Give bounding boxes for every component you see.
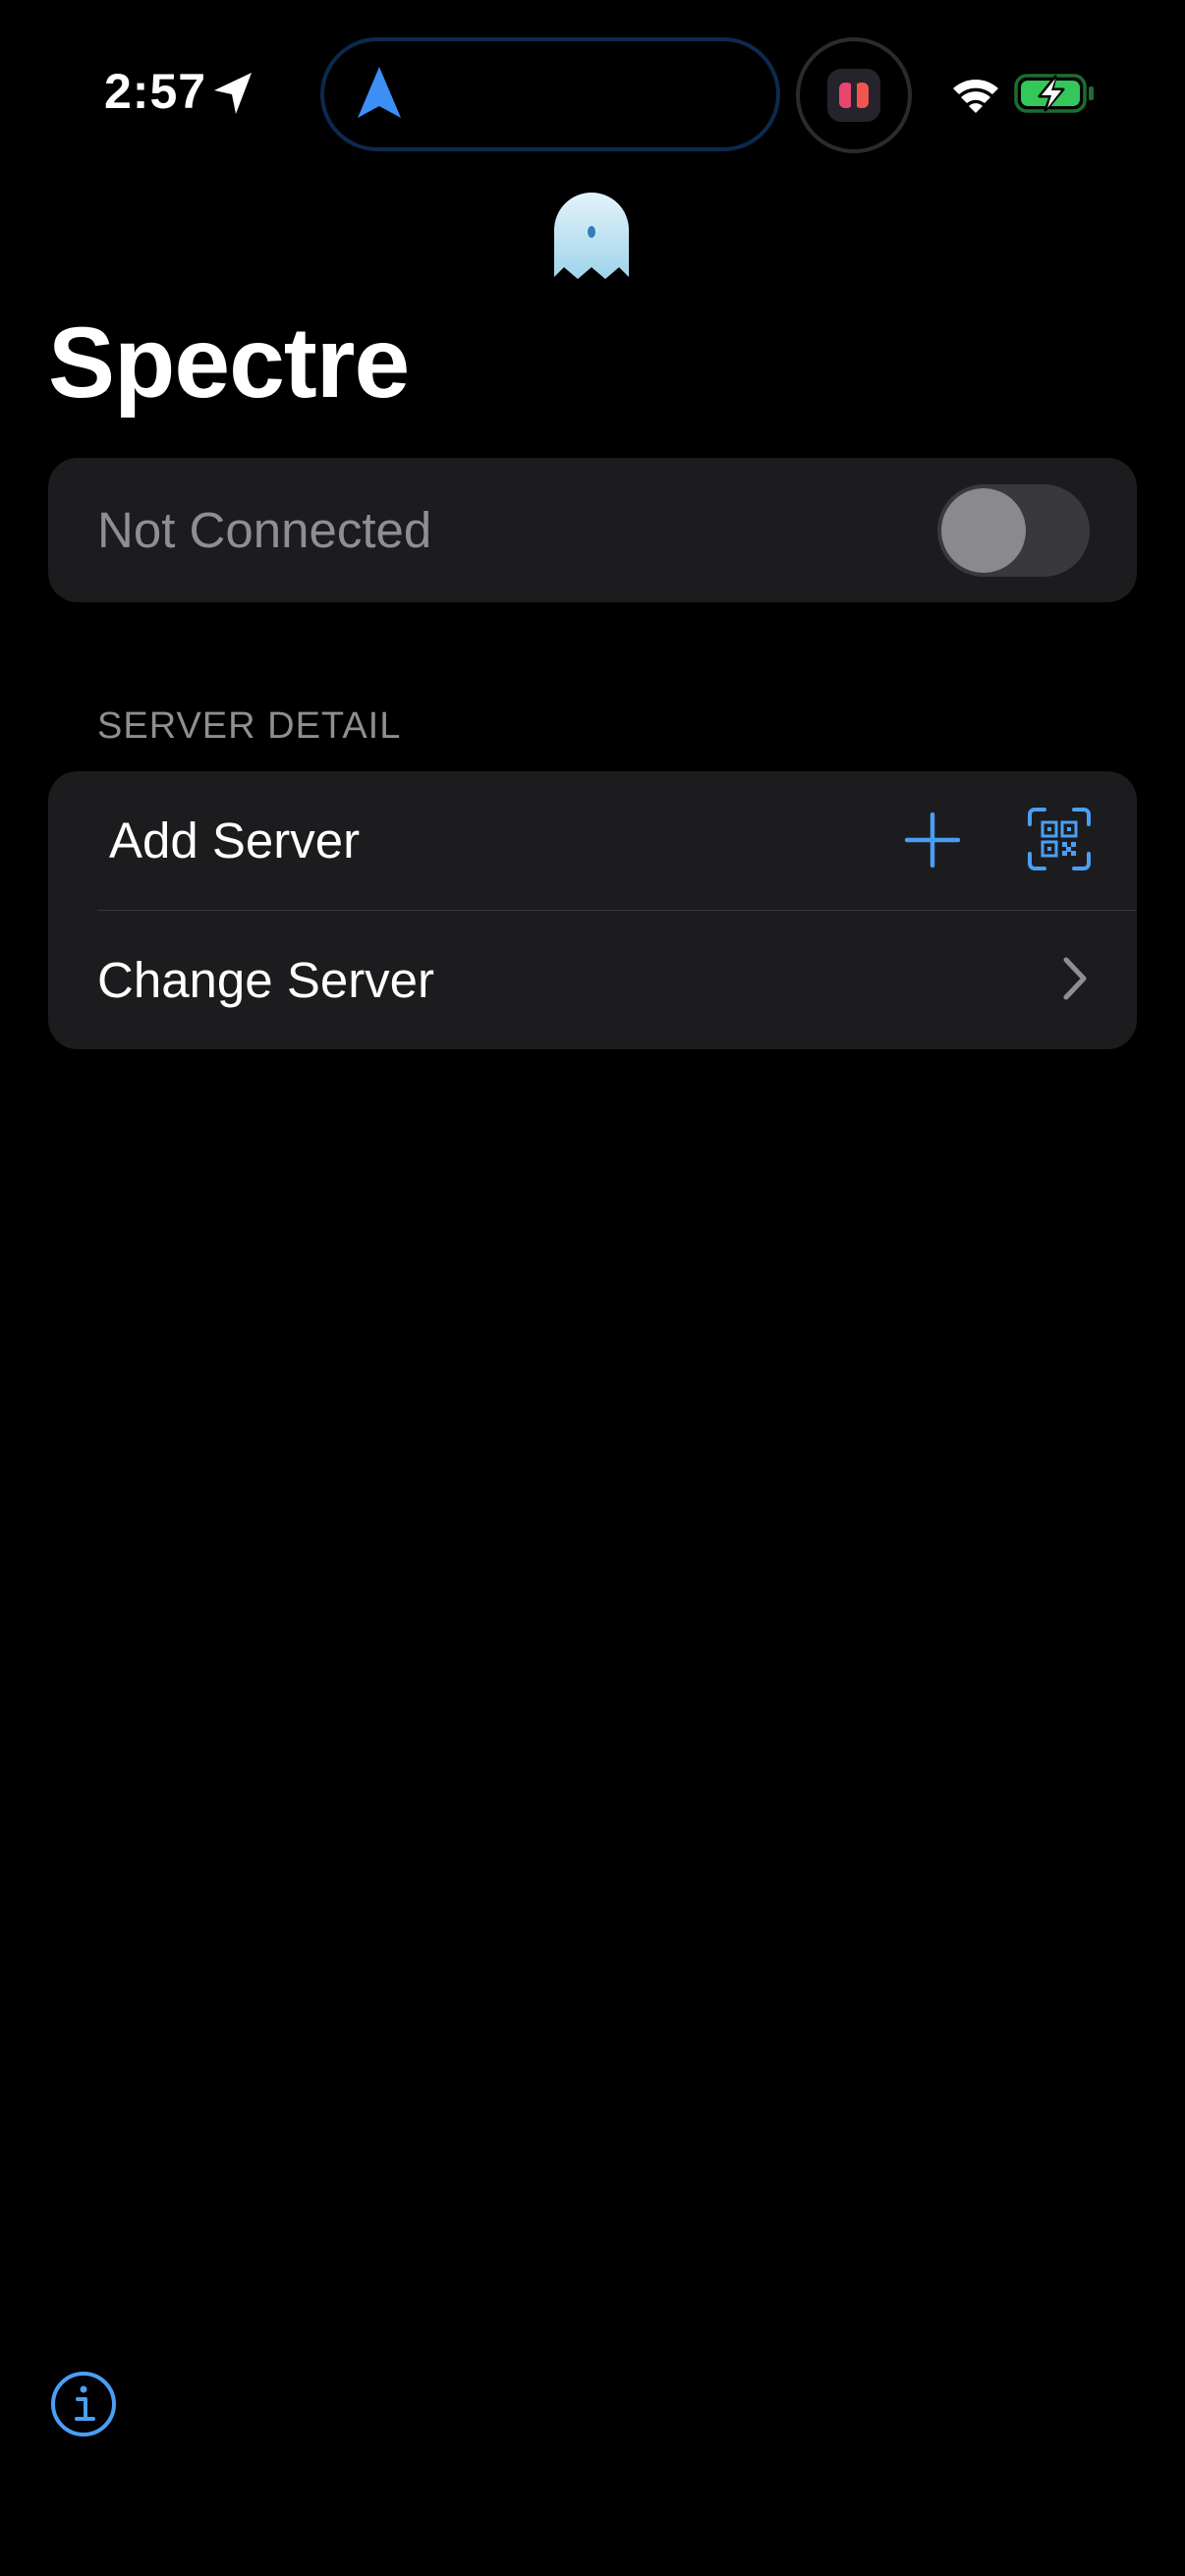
status-bar: 2:57 (0, 0, 1185, 187)
app-live-activity-icon (827, 69, 880, 122)
add-server-row: Add Server (48, 771, 1137, 910)
location-arrow-icon (214, 73, 252, 114)
navigation-arrow-icon (358, 67, 401, 118)
change-server-row[interactable]: Change Server (48, 911, 1137, 1049)
status-time: 2:57 (104, 64, 207, 119)
connection-toggle[interactable] (937, 484, 1090, 577)
toggle-knob (941, 488, 1026, 573)
info-icon[interactable] (49, 2370, 118, 2438)
change-server-label: Change Server (97, 952, 435, 1008)
connection-card: Not Connected (48, 458, 1137, 602)
server-detail-card: Add Server Change Server (48, 771, 1137, 1049)
battery-charging-icon (1014, 74, 1094, 113)
ghost-icon (554, 193, 629, 279)
plus-icon[interactable] (905, 812, 960, 868)
connection-status-label: Not Connected (97, 502, 432, 558)
page-title: Spectre (48, 307, 410, 419)
add-server-label: Add Server (109, 812, 361, 868)
wifi-icon (953, 80, 998, 113)
section-header-server-detail: SERVER DETAIL (97, 705, 402, 747)
qr-scan-icon[interactable] (1027, 807, 1092, 871)
chevron-right-icon (1063, 957, 1087, 1000)
